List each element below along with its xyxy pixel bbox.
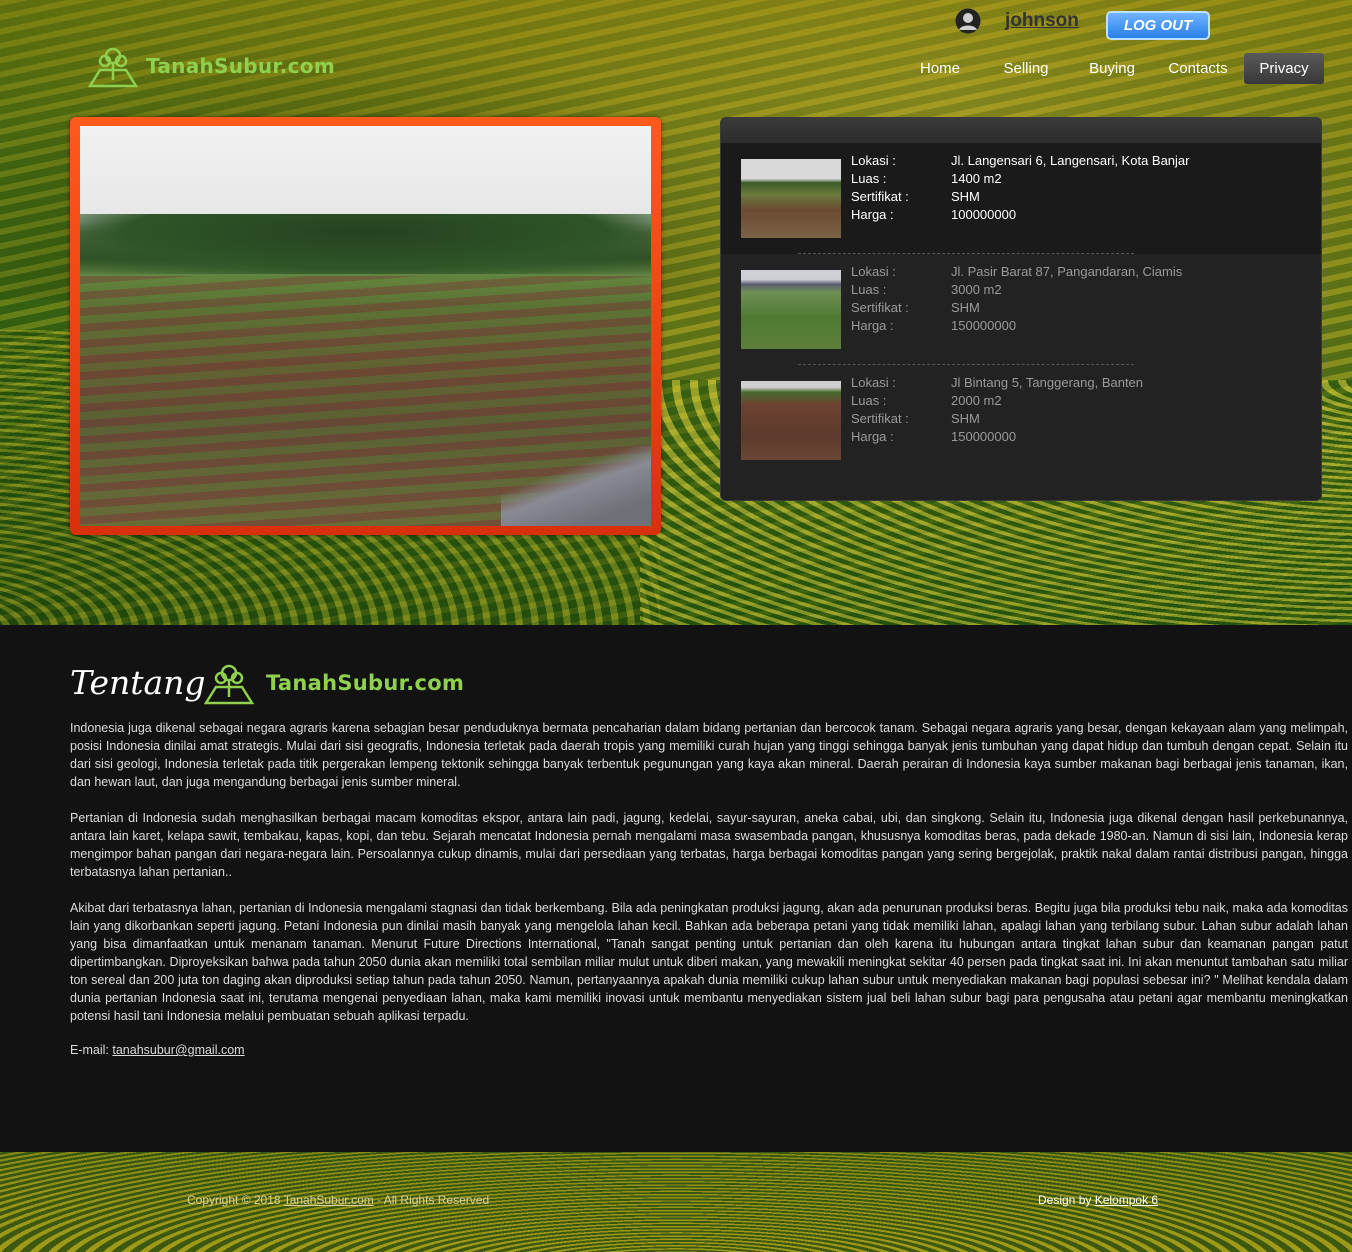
luas-value: 3000 m2 [951,282,1002,297]
lokasi-value: Jl. Pasir Barat 87, Pangandaran, Ciamis [951,264,1183,279]
nav-home[interactable]: Home [905,53,975,84]
nav-privacy[interactable]: Privacy [1244,53,1324,84]
luas-value: 1400 m2 [951,171,1002,186]
design-credit: Design by Kelompok 6 [1038,1193,1159,1207]
user-area: johnson [955,8,1079,34]
luas-label: Luas : [851,282,887,297]
lokasi-label: Lokasi : [851,153,896,168]
listing-item[interactable]: Lokasi : Jl. Pasir Barat 87, Pangandaran,… [721,254,1321,365]
nav-contacts[interactable]: Contacts [1162,53,1234,84]
harga-value: 150000000 [951,318,1017,333]
listing-panel-header [721,118,1321,143]
listing-item[interactable]: Lokasi : Jl. Langensari 6, Langensari, Ko… [721,143,1321,254]
harga-label: Harga : [851,318,894,333]
about-logo: TanahSubur.com [204,661,464,705]
lokasi-label: Lokasi : [851,375,896,390]
listing-thumbnail[interactable] [741,159,841,238]
about-text: Indonesia juga dikenal sebagai negara ag… [70,719,1348,1043]
land-tree-icon [204,664,254,705]
design-credit-link[interactable]: Kelompok 6 [1095,1193,1158,1207]
lokasi-value: Jl Bintang 5, Tanggerang, Banten [951,375,1144,390]
harga-label: Harga : [851,207,894,222]
sertifikat-value: SHM [951,411,980,426]
listing-info: Lokasi : Jl. Pasir Barat 87, Pangandaran,… [851,263,1182,335]
about-section: Tentang TanahSubur.com Indonesia juga di… [0,625,1352,1152]
listing-thumbnail[interactable] [741,270,841,349]
nav-buying[interactable]: Buying [1077,53,1147,84]
about-paragraph: Akibat dari terbatasnya lahan, pertanian… [70,901,1348,1023]
username-link[interactable]: johnson [1005,10,1079,32]
listing-panel: Lokasi : Jl. Langensari 6, Langensari, Ko… [720,117,1322,501]
copyright-text: Copyright © 2018 TanahSubur.com - All Ri… [187,1193,490,1207]
about-brand-name: TanahSubur.com [266,671,465,695]
sertifikat-label: Sertifikat : [851,300,909,315]
luas-label: Luas : [851,171,887,186]
featured-land-photo[interactable] [80,126,651,526]
copyright-site-link[interactable]: TanahSubur.com [284,1193,374,1207]
listing-info: Lokasi : Jl Bintang 5, Tanggerang, Banten… [851,374,1143,446]
email-link[interactable]: tanahsubur@gmail.com [112,1043,244,1057]
lokasi-label: Lokasi : [851,264,896,279]
listing-thumbnail[interactable] [741,381,841,460]
about-title: Tentang [70,663,206,702]
about-paragraph: Indonesia juga dikenal sebagai negara ag… [70,721,1348,789]
featured-photo-frame [70,117,661,535]
email-label: E-mail: [70,1043,113,1057]
harga-label: Harga : [851,429,894,444]
harga-value: 100000000 [951,207,1017,222]
logout-button[interactable]: LOG OUT [1106,11,1210,40]
sertifikat-label: Sertifikat : [851,189,909,204]
luas-value: 2000 m2 [951,393,1002,408]
sertifikat-label: Sertifikat : [851,411,909,426]
harga-value: 150000000 [951,429,1017,444]
sertifikat-value: SHM [951,300,980,315]
luas-label: Luas : [851,393,887,408]
sertifikat-value: SHM [951,189,980,204]
listing-item[interactable]: Lokasi : Jl Bintang 5, Tanggerang, Banten… [721,365,1321,476]
hero-banner: TanahSubur.com johnson LOG OUT Home Sell… [0,0,1352,625]
listing-info: Lokasi : Jl. Langensari 6, Langensari, Ko… [851,152,1190,224]
user-avatar-icon [955,8,981,34]
email-line: E-mail: tanahsubur@gmail.com [70,1043,245,1057]
main-nav: Home Selling Buying Contacts Privacy [0,53,1352,84]
nav-selling[interactable]: Selling [990,53,1062,84]
lokasi-value: Jl. Langensari 6, Langensari, Kota Banja… [951,153,1190,168]
about-paragraph: Pertanian di Indonesia sudah menghasilka… [70,811,1348,879]
footer: Copyright © 2018 TanahSubur.com - All Ri… [0,1152,1352,1252]
